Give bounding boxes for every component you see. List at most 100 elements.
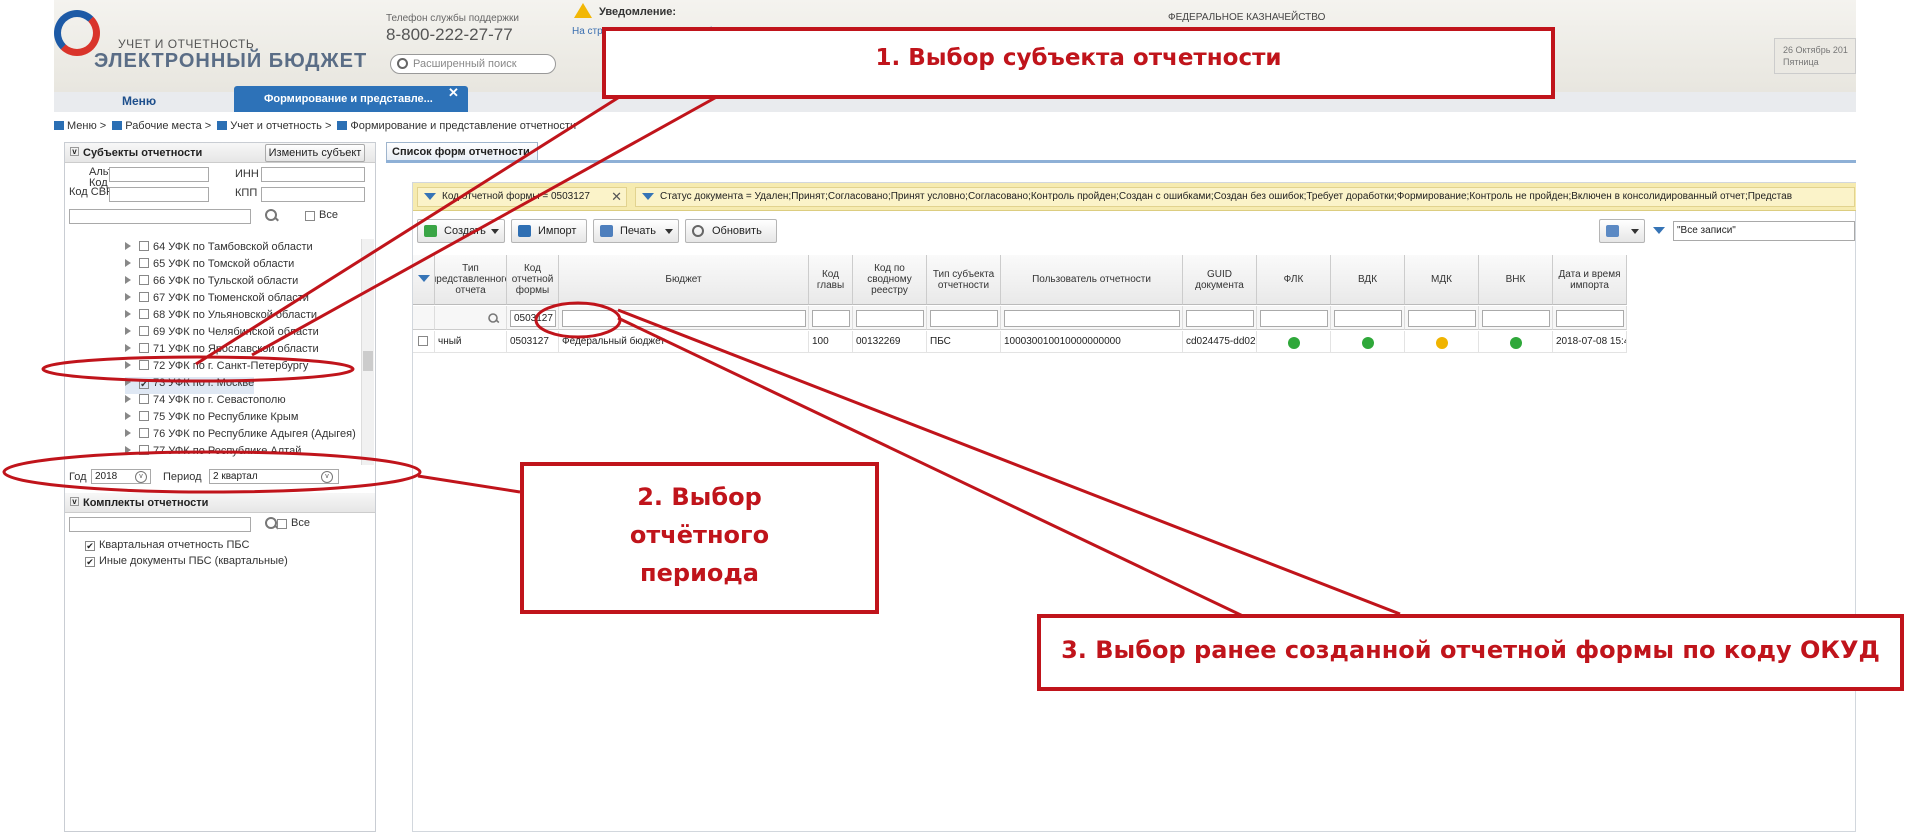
vdk-filter-input[interactable]: [1334, 310, 1402, 327]
kit-checkbox-checked[interactable]: ✔: [85, 557, 95, 567]
column-header[interactable]: Дата и время импорта: [1553, 255, 1627, 305]
all-subjects-checkbox[interactable]: [305, 211, 315, 221]
cell-mdk[interactable]: [1405, 331, 1479, 353]
cell-guid[interactable]: cd024475-dd02-4: [1183, 331, 1257, 353]
expand-icon[interactable]: [125, 412, 131, 420]
collapse-icon[interactable]: v: [70, 147, 79, 156]
tree-item[interactable]: 68 УФК по Ульяновской области: [125, 309, 317, 326]
column-header[interactable]: ФЛК: [1257, 255, 1331, 305]
kpp-input[interactable]: [261, 187, 365, 202]
all-kits-checkbox[interactable]: [277, 519, 287, 529]
tree-item-selected[interactable]: ✔ 73 УФК по г. Москве: [125, 377, 255, 394]
expand-icon[interactable]: [125, 395, 131, 403]
column-header[interactable]: GUID документа: [1183, 255, 1257, 305]
create-button[interactable]: Создать: [417, 219, 505, 243]
mdk-filter-input[interactable]: [1408, 310, 1476, 327]
filter-chip-form-code[interactable]: Код отчетной формы = 0503127 ✕: [417, 187, 627, 207]
column-header[interactable]: Код отчетной формы: [507, 255, 559, 305]
kit-checkbox-checked[interactable]: ✔: [85, 541, 95, 551]
breadcrumb-item-workplaces[interactable]: Рабочие места >: [112, 120, 211, 138]
breadcrumb-item-accounting[interactable]: Учет и отчетность >: [217, 120, 331, 138]
print-button[interactable]: Печать: [593, 219, 679, 243]
expand-icon[interactable]: [125, 259, 131, 267]
expand-icon[interactable]: [125, 361, 131, 369]
tree-checkbox[interactable]: [139, 326, 149, 336]
tree-item[interactable]: 64 УФК по Тамбовской области: [125, 241, 313, 258]
kit-item[interactable]: Иные документы ПБС (квартальные): [99, 555, 288, 567]
tab-report-forms[interactable]: Список форм отчетности: [386, 142, 538, 160]
chevron-down-icon[interactable]: v: [321, 471, 333, 483]
cell-import-date[interactable]: 2018-07-08 15:43: [1553, 331, 1627, 353]
subject-search-input[interactable]: [69, 209, 251, 224]
change-subject-button[interactable]: Изменить субъект: [265, 144, 365, 162]
extended-search-input[interactable]: Расширенный поиск: [390, 54, 556, 74]
tree-item[interactable]: 65 УФК по Томской области: [125, 258, 294, 275]
import-button[interactable]: Импорт: [511, 219, 587, 243]
close-icon[interactable]: ✕: [611, 189, 622, 205]
expand-icon[interactable]: [125, 242, 131, 250]
column-header[interactable]: Бюджет: [559, 255, 809, 305]
breadcrumb-item-menu[interactable]: Меню >: [54, 120, 106, 138]
expand-icon[interactable]: [125, 276, 131, 284]
row-checkbox-cell[interactable]: [413, 331, 435, 353]
row-checkbox[interactable]: [418, 336, 428, 346]
budget-filter-input[interactable]: [562, 310, 806, 327]
date-filter-input[interactable]: [1556, 310, 1624, 327]
user-filter-input[interactable]: [1004, 310, 1180, 327]
tree-checkbox[interactable]: [139, 343, 149, 353]
tree-checkbox-checked[interactable]: ✔: [139, 379, 149, 389]
tree-item[interactable]: 67 УФК по Тюменской области: [125, 292, 309, 309]
flk-filter-input[interactable]: [1260, 310, 1328, 327]
cell-registry[interactable]: 00132269: [853, 331, 927, 353]
column-header[interactable]: ВДК: [1331, 255, 1405, 305]
tree-item[interactable]: 72 УФК по г. Санкт-Петербургу: [125, 360, 308, 377]
cell-user[interactable]: 100030010010000000000: [1001, 331, 1183, 353]
chevron-down-icon[interactable]: v: [135, 471, 147, 483]
expand-icon[interactable]: [125, 327, 131, 335]
cell-budget[interactable]: Федеральный бюджет: [559, 331, 809, 353]
cell-form-code[interactable]: 0503127: [507, 331, 559, 353]
tree-item[interactable]: 74 УФК по г. Севастополю: [125, 394, 286, 411]
expand-icon[interactable]: [125, 378, 131, 386]
inn-input[interactable]: [261, 167, 365, 182]
cell-flk[interactable]: [1257, 331, 1331, 353]
kit-search-input[interactable]: [69, 517, 251, 532]
column-filter-header[interactable]: [413, 255, 435, 305]
column-header[interactable]: Тип представленного отчета: [435, 255, 507, 305]
svr-code-input[interactable]: [109, 187, 209, 202]
column-header[interactable]: Код по сводному реестру: [853, 255, 927, 305]
tree-item[interactable]: 66 УФК по Тульской области: [125, 275, 298, 292]
tree-item[interactable]: 71 УФК по Ярославской области: [125, 343, 319, 360]
column-header[interactable]: Пользователь отчетности: [1001, 255, 1183, 305]
columns-settings-button[interactable]: [1599, 219, 1645, 243]
expand-icon[interactable]: [125, 310, 131, 318]
guid-filter-input[interactable]: [1186, 310, 1254, 327]
search-icon[interactable]: [261, 207, 281, 223]
column-header[interactable]: Код главы: [809, 255, 853, 305]
tree-scrollbar[interactable]: [361, 239, 374, 465]
cell-vnk[interactable]: [1479, 331, 1553, 353]
tree-item[interactable]: 69 УФК по Челябинской области: [125, 326, 319, 343]
filter-chip-status[interactable]: Статус документа = Удален;Принят;Согласо…: [635, 187, 1855, 207]
tree-checkbox[interactable]: [139, 309, 149, 319]
cell-type[interactable]: чный: [435, 331, 507, 353]
period-select[interactable]: 2 квартал: [209, 469, 339, 484]
tree-checkbox[interactable]: [139, 241, 149, 251]
filter-icon[interactable]: [1653, 227, 1665, 234]
expand-icon[interactable]: [125, 344, 131, 352]
scrollbar-thumb[interactable]: [363, 351, 373, 371]
tree-item[interactable]: 76 УФК по Республике Адыгея (Адыгея): [125, 428, 356, 445]
tree-checkbox[interactable]: [139, 445, 149, 455]
subject-type-filter-input[interactable]: [930, 310, 998, 327]
column-header[interactable]: Тип субъекта отчетности: [927, 255, 1001, 305]
tree-checkbox[interactable]: [139, 411, 149, 421]
close-icon[interactable]: ✕: [448, 85, 459, 101]
registry-filter-input[interactable]: [856, 310, 924, 327]
form-code-filter-input[interactable]: 0503127: [510, 310, 556, 327]
tab-reporting-formation[interactable]: Формирование и представле... ✕: [234, 85, 468, 112]
alt-code-input[interactable]: [109, 167, 209, 182]
tree-item[interactable]: 77 УФК по Республике Алтай: [125, 445, 301, 462]
column-header[interactable]: ВНК: [1479, 255, 1553, 305]
expand-icon[interactable]: [125, 446, 131, 454]
tree-checkbox[interactable]: [139, 258, 149, 268]
